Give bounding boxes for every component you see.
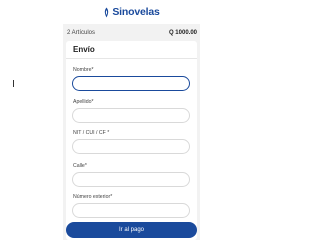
exterior-number-field[interactable]	[72, 203, 190, 218]
exterior-number-label: Número exterior*	[73, 194, 113, 200]
items-count: 2 Artículos	[67, 30, 96, 36]
text-caret	[13, 80, 14, 87]
candle-flame-icon	[105, 7, 109, 17]
tax-id-field[interactable]	[72, 139, 190, 154]
order-summary: 2 Artículos Q 1000.00	[67, 27, 197, 39]
street-label: Calle*	[73, 163, 87, 169]
tax-id-label: NIT / CUI / CF *	[73, 130, 110, 136]
order-total: Q 1000.00	[168, 30, 197, 36]
first-name-label: Nombre*	[73, 67, 94, 73]
first-name-field[interactable]	[72, 76, 190, 91]
last-name-label: Apellido*	[73, 99, 94, 105]
section-title: Envío	[73, 45, 95, 54]
last-name-field[interactable]	[72, 108, 190, 123]
shipping-form-card: Envío Nombre* Apellido* NIT / CUI / CF *…	[66, 41, 197, 240]
brand-logo[interactable]: Sinovelas	[103, 6, 160, 18]
street-field[interactable]	[72, 172, 190, 187]
brand-name: Sinovelas	[112, 6, 160, 18]
divider	[66, 58, 197, 59]
top-header: Sinovelas	[0, 0, 263, 24]
go-to-payment-button[interactable]: Ir al pago	[66, 222, 197, 238]
